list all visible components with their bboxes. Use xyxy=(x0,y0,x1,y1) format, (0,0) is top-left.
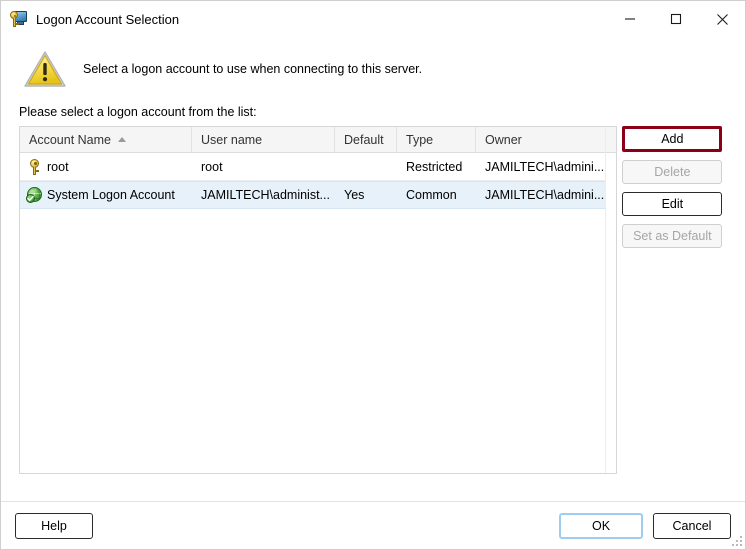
content-area: Account Name User name Default Type Owne… xyxy=(1,126,745,501)
window-controls xyxy=(607,1,745,37)
account-name-text: root xyxy=(47,159,69,174)
listview-body: root root Restricted JAMILTECH\admini... xyxy=(20,153,617,473)
key-monitor-icon xyxy=(8,9,28,29)
footer: Help OK Cancel xyxy=(1,502,745,549)
accounts-listview[interactable]: Account Name User name Default Type Owne… xyxy=(19,126,618,474)
logon-account-selection-dialog: Logon Account Selection Select a logon a… xyxy=(0,0,746,550)
cancel-button[interactable]: Cancel xyxy=(653,512,731,539)
cell-default: Yes xyxy=(344,188,365,202)
table-row[interactable]: root root Restricted JAMILTECH\admini... xyxy=(20,153,617,181)
column-header-default[interactable]: Default xyxy=(335,127,397,152)
sort-ascending-icon xyxy=(117,137,126,142)
cell-type: Restricted xyxy=(406,159,463,174)
cell-user-name: JAMILTECH\administ... xyxy=(201,188,330,202)
set-as-default-button: Set as Default xyxy=(622,224,723,248)
cell-account-name: System Logon Account xyxy=(20,186,192,204)
ok-button[interactable]: OK xyxy=(559,512,643,539)
minimize-icon xyxy=(624,13,636,25)
titlebar: Logon Account Selection xyxy=(1,1,745,37)
column-header-owner[interactable]: Owner xyxy=(476,127,608,152)
warning-triangle-icon xyxy=(23,49,67,89)
maximize-button[interactable] xyxy=(653,1,699,37)
close-button[interactable] xyxy=(699,1,745,37)
listview-header: Account Name User name Default Type Owne… xyxy=(20,127,617,153)
listview-scrollbar[interactable] xyxy=(605,127,617,473)
window-title: Logon Account Selection xyxy=(36,11,180,27)
add-button[interactable]: Add xyxy=(622,126,723,152)
banner-text: Select a logon account to use when conne… xyxy=(83,62,423,76)
minimize-button[interactable] xyxy=(607,1,653,37)
banner: Select a logon account to use when conne… xyxy=(1,37,745,99)
table-row[interactable]: System Logon Account JAMILTECH\administ.… xyxy=(20,181,617,209)
globe-check-icon xyxy=(26,186,44,204)
cell-type: Common xyxy=(406,188,457,202)
account-name-text: System Logon Account xyxy=(47,188,175,202)
help-button[interactable]: Help xyxy=(15,512,93,539)
cell-owner: JAMILTECH\admini... xyxy=(485,159,605,174)
close-icon xyxy=(716,13,729,26)
cell-user-name: root xyxy=(201,159,223,174)
instruction-label: Please select a logon account from the l… xyxy=(19,105,257,119)
edit-button[interactable]: Edit xyxy=(622,192,723,216)
column-header-account-name[interactable]: Account Name xyxy=(20,127,192,152)
key-icon xyxy=(26,158,44,176)
delete-button: Delete xyxy=(622,160,723,184)
column-header-user-name[interactable]: User name xyxy=(192,127,335,152)
cell-account-name: root xyxy=(20,158,192,176)
resize-grip[interactable] xyxy=(729,533,742,546)
column-header-type[interactable]: Type xyxy=(397,127,476,152)
side-button-group: Add Delete Edit Set as Default xyxy=(617,126,745,501)
maximize-icon xyxy=(670,13,682,25)
cell-owner: JAMILTECH\admini... xyxy=(485,188,605,202)
